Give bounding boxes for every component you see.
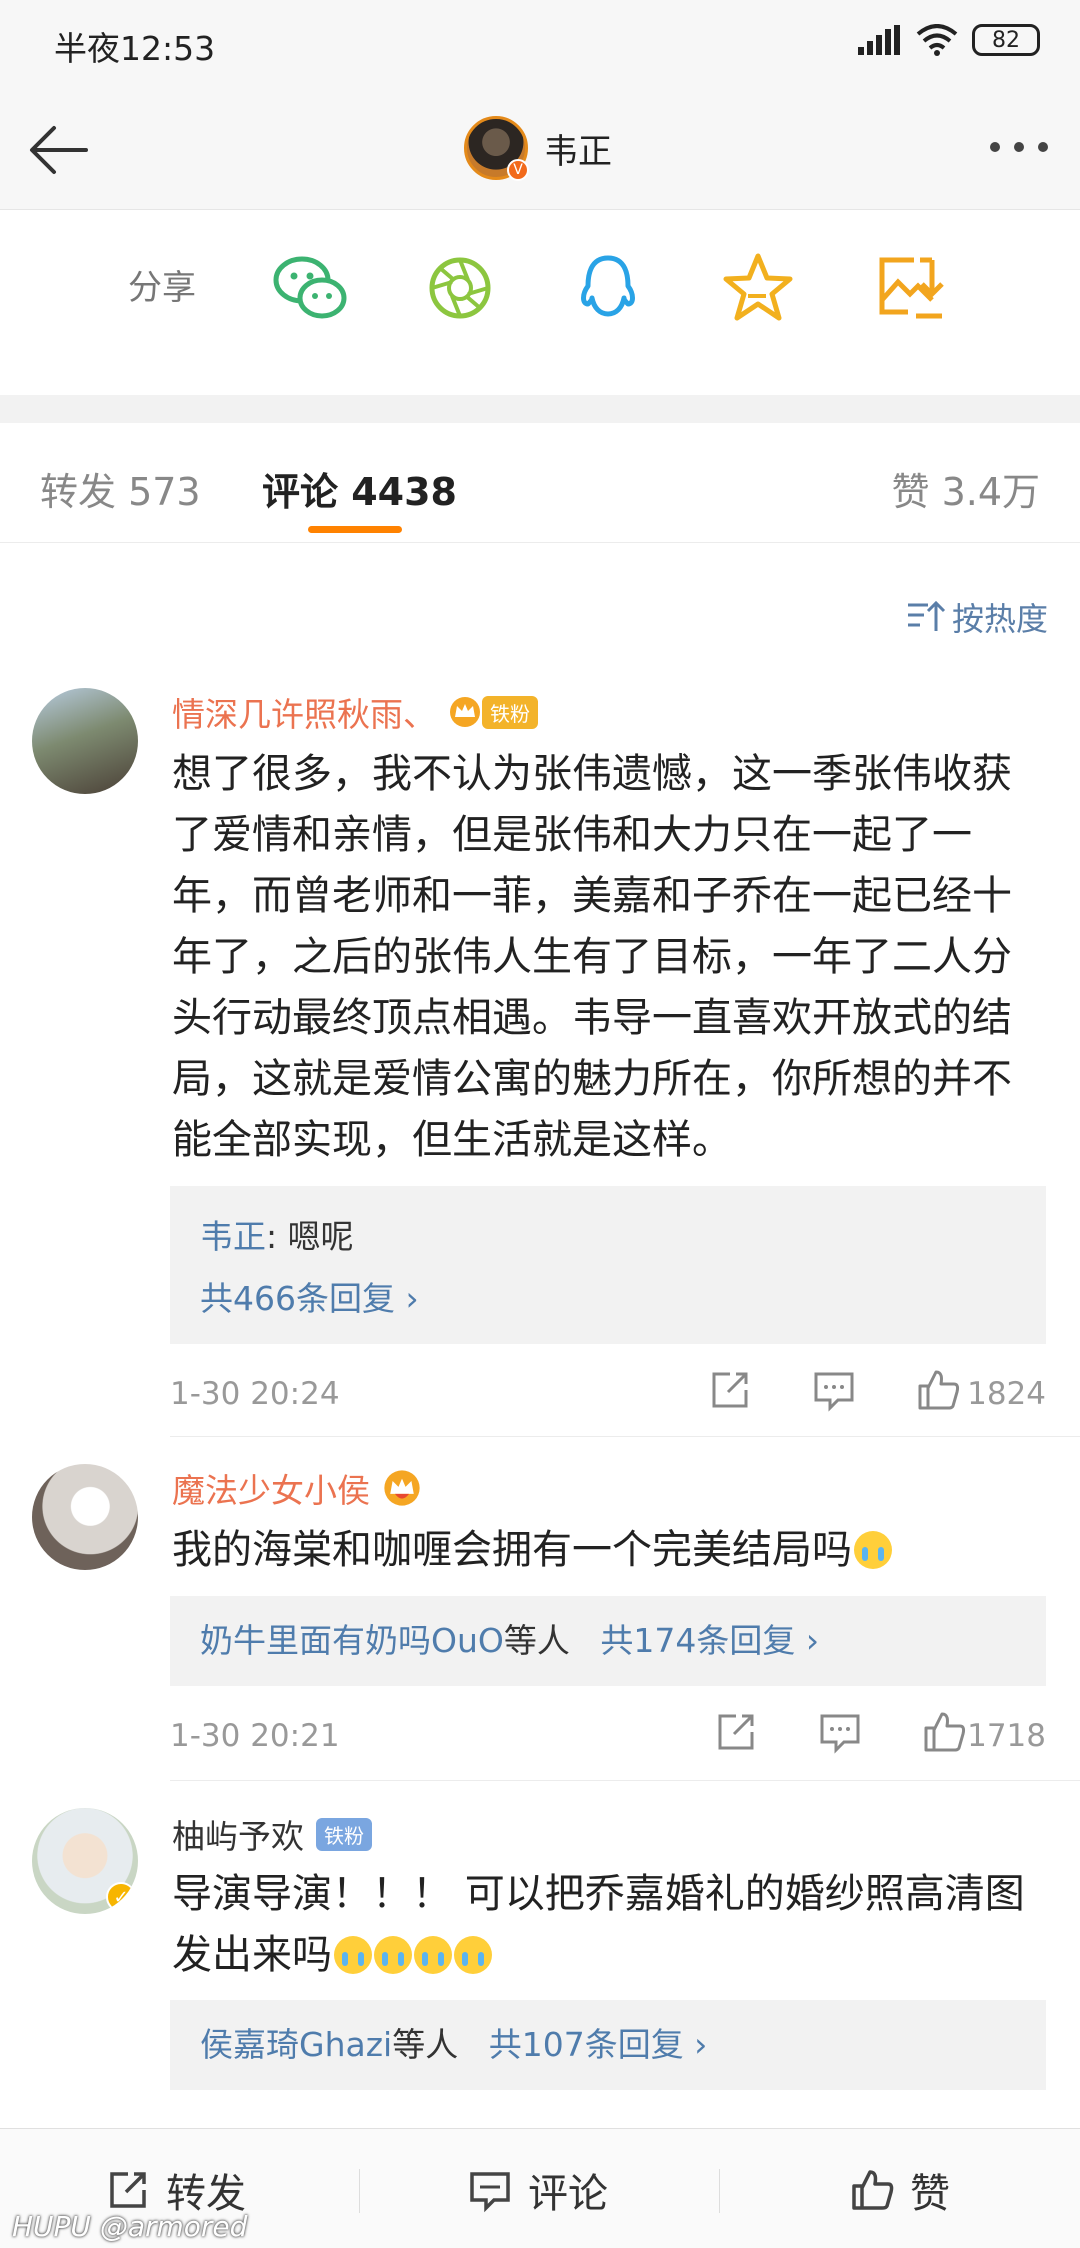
commenter-name-row: 魔法少女小侯 (172, 1464, 422, 1512)
comment-text-row: 我的海棠和咖喱会拥有一个完美结局吗 (172, 1520, 1032, 1581)
commenter-name[interactable]: 情深几许照秋雨、 (172, 688, 436, 736)
tab-repost[interactable]: 转发 573 (40, 461, 201, 516)
back-arrow-icon[interactable] (24, 114, 96, 186)
share-row: 分享 (0, 210, 1080, 395)
nav-bar: V 韦正 (0, 90, 1080, 210)
crown-icon (384, 1470, 420, 1506)
section-gap (0, 395, 1080, 423)
qq-icon[interactable] (568, 248, 648, 328)
battery-indicator: 82 (972, 24, 1040, 56)
like-count: 1718 (967, 1718, 1046, 1754)
reply-preview[interactable]: 侯嘉琦Ghazi等人 共107条回复 › (170, 2000, 1046, 2090)
reply-count-link[interactable]: 共107条回复 › (489, 2025, 708, 2064)
commenter-name-row: 情深几许照秋雨、 铁粉 (172, 688, 538, 736)
reply-preview[interactable]: 韦正: 嗯呢 共466条回复 › (170, 1186, 1046, 1344)
like-icon[interactable] (914, 1366, 962, 1414)
repost-icon[interactable] (706, 1366, 754, 1414)
sort-icon (907, 600, 946, 631)
comment-meta: 1-30 20:21 1718 (170, 1708, 1046, 1768)
share-label: 分享 (128, 268, 196, 308)
commenter-name[interactable]: 柚屿予欢 (172, 1810, 304, 1858)
sort-button[interactable]: 按热度 (906, 594, 1048, 640)
like-icon[interactable] (920, 1708, 968, 1756)
verified-v-icon: ✓ (106, 1882, 136, 1912)
author-name[interactable]: 韦正 (544, 124, 612, 173)
crying-emoji-icon (454, 1936, 492, 1974)
reply-text: : 嗯呢 (266, 1217, 354, 1256)
status-bar: 半夜12:53 82 (0, 0, 1080, 90)
reply-users[interactable]: 奶牛里面有奶吗OuO (200, 1621, 504, 1660)
separator (719, 2169, 720, 2213)
status-time: 半夜12:53 (54, 29, 216, 68)
sort-label: 按热度 (951, 600, 1048, 638)
iron-fan-badge: 铁粉 (482, 695, 538, 729)
tab-likes[interactable]: 赞 3.4万 (891, 461, 1040, 516)
verified-badge: V (507, 159, 529, 181)
repost-icon[interactable] (712, 1708, 760, 1756)
crying-emoji-icon (854, 1531, 892, 1569)
author-avatar[interactable]: V (464, 116, 529, 181)
commenter-name-row: 柚屿予欢 铁粉 (172, 1810, 372, 1858)
crying-emoji-icon (334, 1936, 372, 1974)
comment-text: 我的海棠和咖喱会拥有一个完美结局吗 (172, 1527, 852, 1573)
reply-user[interactable]: 韦正 (200, 1217, 266, 1256)
author-header[interactable]: V 韦正 (464, 116, 612, 181)
reply-etc: 等人 (392, 2025, 459, 2064)
comment-button[interactable]: 评论 (466, 2161, 608, 2219)
like-button[interactable]: 赞 (848, 2161, 950, 2219)
comment-text: 导演导演！！！ 可以把乔嘉婚礼的婚纱照高清图发出来吗 (172, 1871, 1025, 1978)
comment-divider (170, 1780, 1080, 1781)
active-tab-indicator (308, 526, 402, 533)
moments-icon[interactable] (420, 248, 500, 328)
comment-icon[interactable] (810, 1366, 858, 1414)
favorite-star-icon[interactable] (718, 248, 798, 328)
comment-label: 评论 (528, 2171, 608, 2217)
crying-emoji-icon (374, 1936, 412, 1974)
reply-count-link[interactable]: 共466条回复 › (200, 1268, 1016, 1330)
like-icon (852, 2170, 894, 2210)
reply-line: 韦正: 嗯呢 (200, 1206, 1016, 1268)
comment-divider (170, 1436, 1080, 1437)
repost-icon (110, 2172, 146, 2208)
commenter-avatar[interactable] (32, 1464, 138, 1570)
comment-icon (470, 2172, 510, 2213)
crying-emoji-icon (414, 1936, 452, 1974)
tab-bar: 转发 573 评论 4438 赞 3.4万 (0, 423, 1080, 543)
crown-icon (450, 697, 480, 727)
fan-badge: 铁粉 (448, 695, 538, 729)
comment-text-row: 导演导演！！！ 可以把乔嘉婚礼的婚纱照高清图发出来吗 (172, 1864, 1032, 1986)
comment-icon[interactable] (816, 1708, 864, 1756)
reply-etc: 等人 (503, 1621, 570, 1660)
reply-preview[interactable]: 奶牛里面有奶吗OuO等人 共174条回复 › (170, 1596, 1046, 1686)
more-menu-icon[interactable] (990, 142, 1048, 152)
wifi-icon (916, 24, 958, 56)
status-icons: 82 (858, 24, 1040, 56)
like-count: 1824 (967, 1376, 1046, 1412)
like-label: 赞 (910, 2171, 950, 2217)
comment-time: 1-30 20:21 (170, 1718, 340, 1754)
reply-count-link[interactable]: 共174条回复 › (600, 1621, 819, 1660)
commenter-name[interactable]: 魔法少女小侯 (172, 1464, 370, 1512)
tab-comments[interactable]: 评论 4438 (262, 461, 457, 516)
comment-text: 想了很多，我不认为张伟遗憾，这一季张伟收获了爱情和亲情，但是张伟和大力只在一起了… (172, 751, 1012, 1163)
comment-meta: 1-30 20:24 1824 (170, 1366, 1046, 1426)
signal-icon (858, 25, 900, 55)
reply-users[interactable]: 侯嘉琦Ghazi (200, 2025, 392, 2064)
comment-time: 1-30 20:24 (170, 1376, 340, 1412)
commenter-avatar[interactable] (32, 688, 138, 794)
commenter-avatar[interactable]: ✓ (32, 1808, 138, 1914)
iron-fan-badge: 铁粉 (316, 1817, 372, 1851)
separator (359, 2169, 360, 2213)
watermark: HUPU @armored (12, 2210, 248, 2243)
save-image-icon[interactable] (868, 248, 948, 328)
wechat-icon[interactable] (270, 248, 350, 328)
